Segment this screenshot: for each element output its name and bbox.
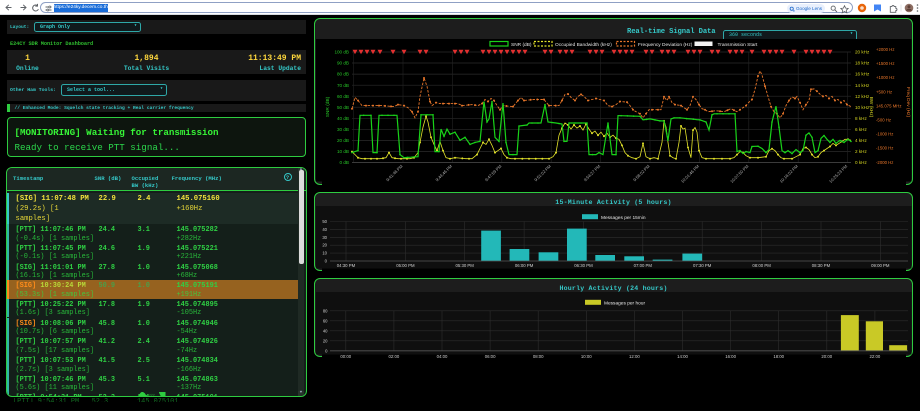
svg-text:30: 30 xyxy=(322,235,327,240)
svg-text:00:00: 00:00 xyxy=(340,354,351,359)
svg-text:05:00 PM: 05:00 PM xyxy=(396,263,415,268)
svg-text:-500 Hz: -500 Hz xyxy=(876,118,891,123)
svg-text:08:00: 08:00 xyxy=(533,354,544,359)
svg-text:-1500 Hz: -1500 Hz xyxy=(876,146,893,151)
svg-text:8 kHz: 8 kHz xyxy=(855,116,867,121)
svg-text:0 dB: 0 dB xyxy=(340,160,349,165)
svg-text:-1000 Hz: -1000 Hz xyxy=(876,132,893,137)
svg-text:Messages per hour: Messages per hour xyxy=(604,300,645,306)
svg-text:30 dB: 30 dB xyxy=(337,127,349,132)
svg-text:6 kHz: 6 kHz xyxy=(855,127,867,132)
svg-text:145.075 MHz: 145.075 MHz xyxy=(876,103,902,108)
svg-text:14:00: 14:00 xyxy=(677,354,688,359)
svg-text:Frequency Deviation (Hz): Frequency Deviation (Hz) xyxy=(638,42,693,48)
svg-text:+2000 Hz: +2000 Hz xyxy=(876,47,895,52)
svg-text:18 kHz: 18 kHz xyxy=(855,61,870,66)
svg-text:+1500 Hz: +1500 Hz xyxy=(876,61,895,66)
svg-text:50 dB: 50 dB xyxy=(337,105,349,110)
svg-text:20: 20 xyxy=(323,338,328,343)
svg-text:10 kHz: 10 kHz xyxy=(855,105,870,110)
svg-text:40 dB: 40 dB xyxy=(337,116,349,121)
svg-text:80 dB: 80 dB xyxy=(337,72,349,77)
svg-text:20: 20 xyxy=(322,243,327,248)
svg-text:20:00: 20:00 xyxy=(821,354,832,359)
svg-text:10:00: 10:00 xyxy=(581,354,592,359)
svg-text:08:30 PM: 08:30 PM xyxy=(812,263,831,268)
svg-text:06:30 PM: 06:30 PM xyxy=(574,263,593,268)
svg-text:2 kHz: 2 kHz xyxy=(855,149,867,154)
svg-text:12:00: 12:00 xyxy=(629,354,640,359)
svg-text:-2000 Hz: -2000 Hz xyxy=(876,160,893,165)
svg-text:08:00 PM: 08:00 PM xyxy=(752,263,771,268)
svg-text:07:00 PM: 07:00 PM xyxy=(634,263,653,268)
svg-text:16 kHz: 16 kHz xyxy=(855,72,870,77)
svg-text:SNR (dB): SNR (dB) xyxy=(511,42,532,48)
svg-text:10: 10 xyxy=(322,251,327,256)
svg-text:22:00: 22:00 xyxy=(870,354,881,359)
svg-text:100 dB: 100 dB xyxy=(334,50,349,55)
svg-text:06:00: 06:00 xyxy=(485,354,496,359)
svg-text:Transmission Start: Transmission Start xyxy=(718,42,758,48)
svg-text:04:30 PM: 04:30 PM xyxy=(337,263,356,268)
svg-text:90 dB: 90 dB xyxy=(337,61,349,66)
svg-text:80: 80 xyxy=(323,308,328,313)
svg-text:4 kHz: 4 kHz xyxy=(855,138,867,143)
svg-text:12 kHz: 12 kHz xyxy=(855,94,870,99)
svg-text:10 dB: 10 dB xyxy=(337,149,349,154)
svg-text:60: 60 xyxy=(323,318,328,323)
svg-text:09:00 PM: 09:00 PM xyxy=(871,263,890,268)
svg-text:20 kHz: 20 kHz xyxy=(855,50,870,55)
svg-text:60 dB: 60 dB xyxy=(337,94,349,99)
svg-text:07:30 PM: 07:30 PM xyxy=(693,263,712,268)
svg-text:14 kHz: 14 kHz xyxy=(855,83,870,88)
svg-text:0 kHz: 0 kHz xyxy=(855,160,867,165)
svg-text:20 dB: 20 dB xyxy=(337,138,349,143)
svg-text:40: 40 xyxy=(323,328,328,333)
svg-text:70 dB: 70 dB xyxy=(337,83,349,88)
svg-text:50: 50 xyxy=(322,219,327,224)
svg-text:BW (kHz): BW (kHz) xyxy=(868,97,874,118)
svg-text:04:00: 04:00 xyxy=(437,354,448,359)
svg-text:40: 40 xyxy=(322,227,327,232)
svg-text:18:00: 18:00 xyxy=(773,354,784,359)
svg-text:+1000 Hz: +1000 Hz xyxy=(876,75,895,80)
svg-text:05:30 PM: 05:30 PM xyxy=(455,263,474,268)
svg-text:06:00 PM: 06:00 PM xyxy=(515,263,534,268)
svg-text:02:00: 02:00 xyxy=(389,354,400,359)
svg-text:SNR (dB): SNR (dB) xyxy=(325,96,331,117)
svg-text:16:00: 16:00 xyxy=(725,354,736,359)
svg-text:Occupied Bandwidth (kHz): Occupied Bandwidth (kHz) xyxy=(555,42,612,48)
svg-text:Messages per 15min: Messages per 15min xyxy=(601,215,646,221)
svg-text:Freq Dev (Hz): Freq Dev (Hz) xyxy=(905,87,911,118)
svg-text:+500 Hz: +500 Hz xyxy=(876,89,892,94)
